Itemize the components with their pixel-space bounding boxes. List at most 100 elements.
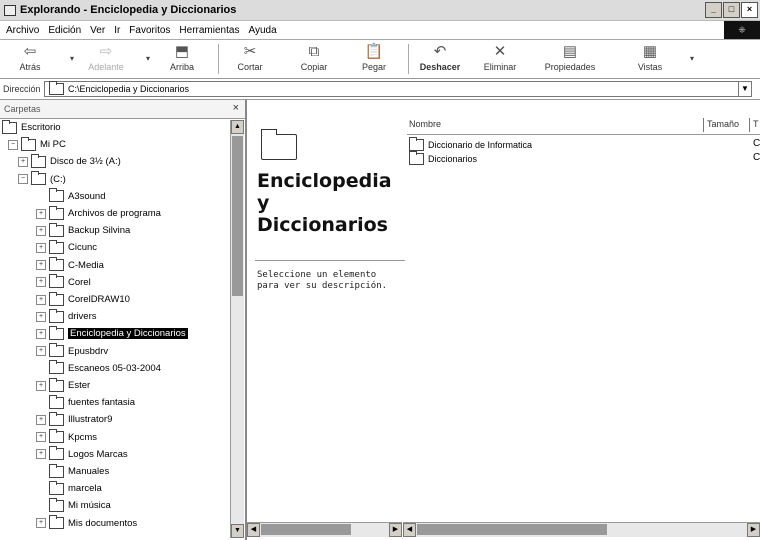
tree-item[interactable]: + Kpcms: [36, 429, 97, 445]
close-button[interactable]: ×: [741, 2, 758, 18]
menu-herramientas[interactable]: Herramientas: [179, 25, 239, 36]
tree-expander-icon[interactable]: +: [18, 156, 28, 167]
tree-item[interactable]: Mi música: [36, 497, 111, 513]
tree-item[interactable]: + Cicunc: [36, 239, 97, 255]
folder-icon: [49, 394, 64, 409]
tree-item[interactable]: + Enciclopedia y Diccionarios: [36, 325, 188, 341]
tree-item-label: A3sound: [68, 190, 106, 202]
tree-expander-icon[interactable]: −: [8, 139, 18, 150]
column-name-header[interactable]: Nombre: [409, 119, 441, 129]
tree-item[interactable]: Escritorio: [2, 119, 61, 135]
column-size-header[interactable]: Tamaño: [707, 119, 739, 129]
tree-item[interactable]: Escaneos 05-03-2004: [36, 360, 161, 376]
column-separator[interactable]: [703, 118, 704, 132]
tree-expander-icon[interactable]: +: [36, 328, 46, 339]
scroll-right-icon[interactable]: ▶: [747, 523, 760, 537]
column-type-header[interactable]: T: [753, 119, 759, 129]
tree-item[interactable]: + Ester: [36, 377, 90, 393]
paste-button[interactable]: 📋 Pegar: [350, 42, 398, 72]
properties-label: Propiedades: [544, 62, 596, 72]
tree-item[interactable]: + Illustrator9: [36, 411, 112, 427]
tree-item[interactable]: Manuales: [36, 463, 109, 479]
scroll-left-icon[interactable]: ◀: [247, 523, 260, 537]
tree-item[interactable]: + drivers: [36, 308, 97, 324]
tree-expander-icon[interactable]: +: [36, 294, 46, 305]
file-list-item[interactable]: Diccionario de Informatica: [409, 136, 532, 151]
menu-ver[interactable]: Ver: [90, 25, 105, 36]
scroll-down-icon[interactable]: ▼: [231, 524, 244, 538]
copy-button[interactable]: ⧉ Copiar: [290, 42, 338, 72]
file-list-item[interactable]: Diccionarios: [409, 150, 477, 165]
tree-item[interactable]: + Logos Marcas: [36, 446, 128, 462]
folder-icon: [49, 480, 64, 495]
properties-button[interactable]: ▤ Propiedades: [540, 42, 600, 72]
tree-item[interactable]: + Disco de 3½ (A:): [18, 153, 121, 169]
tree-expander-icon[interactable]: +: [36, 242, 46, 253]
tree-item[interactable]: + Backup Silvina: [36, 222, 130, 238]
windows-logo-icon: ⁜: [724, 21, 760, 39]
tree-item[interactable]: + Archivos de programa: [36, 205, 161, 221]
menu-archivo[interactable]: Archivo: [6, 25, 39, 36]
tree-item[interactable]: + Mis documentos: [36, 515, 137, 531]
tree-item-label: marcela: [68, 483, 102, 495]
tree-item[interactable]: A3sound: [36, 188, 106, 204]
tree-item[interactable]: marcela: [36, 480, 102, 496]
cut-button[interactable]: ✂ Cortar: [226, 42, 274, 72]
files-scroll-thumb[interactable]: [417, 524, 607, 535]
tree-item[interactable]: + CorelDRAW10: [36, 291, 130, 307]
scroll-left-icon[interactable]: ◀: [403, 523, 416, 537]
tree-expander-icon[interactable]: +: [36, 277, 46, 288]
menu-ayuda[interactable]: Ayuda: [248, 25, 276, 36]
tree-expander-icon[interactable]: +: [36, 518, 46, 529]
file-type: C: [753, 152, 760, 163]
folders-vertical-scrollbar[interactable]: ▲ ▼: [230, 120, 244, 538]
tree-item[interactable]: + C-Media: [36, 257, 104, 273]
forward-button[interactable]: ⇨ Adelante: [82, 42, 130, 72]
maximize-button[interactable]: □: [723, 2, 740, 18]
toolbar: ⇦ Atrás ▾ ⇨ Adelante ▾ ⬒ Arriba ✂ Cortar…: [0, 40, 760, 79]
scroll-right-icon[interactable]: ▶: [389, 523, 402, 537]
tree-expander-icon[interactable]: +: [36, 225, 46, 236]
tree-item[interactable]: − (C:): [18, 171, 66, 187]
views-dropdown-icon[interactable]: ▾: [690, 54, 694, 63]
scroll-up-icon[interactable]: ▲: [231, 120, 244, 134]
minimize-button[interactable]: _: [705, 2, 722, 18]
folder-icon: [49, 81, 64, 95]
menu-favoritos[interactable]: Favoritos: [129, 25, 170, 36]
menu-edicion[interactable]: Edición: [48, 25, 81, 36]
address-dropdown-icon[interactable]: ▼: [738, 82, 751, 96]
tree-expander-icon[interactable]: +: [36, 208, 46, 219]
tree-item-label: Logos Marcas: [68, 448, 128, 460]
forward-dropdown-icon[interactable]: ▾: [146, 54, 150, 63]
address-input[interactable]: C:\Enciclopedia y Diccionarios ▼: [44, 81, 752, 97]
tree-expander-icon[interactable]: +: [36, 414, 46, 425]
column-separator[interactable]: [749, 118, 750, 132]
info-horizontal-scrollbar[interactable]: ◀ ▶: [247, 522, 402, 537]
divider: [255, 260, 405, 261]
tree-item[interactable]: − Mi PC: [8, 136, 66, 152]
back-dropdown-icon[interactable]: ▾: [70, 54, 74, 63]
folders-scroll-thumb[interactable]: [232, 136, 243, 296]
delete-button[interactable]: ✕ Eliminar: [476, 42, 524, 72]
tree-item[interactable]: + Epusbdrv: [36, 343, 108, 359]
up-button[interactable]: ⬒ Arriba: [158, 42, 206, 72]
info-scroll-thumb[interactable]: [261, 524, 351, 535]
tree-expander-icon[interactable]: +: [36, 346, 46, 357]
undo-button[interactable]: ↶ Deshacer: [416, 42, 464, 72]
back-button[interactable]: ⇦ Atrás: [6, 42, 54, 72]
tree-expander-icon[interactable]: +: [36, 260, 46, 271]
tree-expander-icon[interactable]: +: [36, 449, 46, 460]
tree-expander-icon[interactable]: +: [36, 432, 46, 443]
folder-icon: [49, 257, 64, 272]
menu-ir[interactable]: Ir: [114, 25, 120, 36]
tree-item[interactable]: fuentes fantasia: [36, 394, 135, 410]
tree-expander-icon[interactable]: +: [36, 311, 46, 322]
tree-item-label: Mi PC: [40, 139, 66, 151]
files-horizontal-scrollbar[interactable]: ◀ ▶: [403, 522, 760, 537]
folders-pane-close-icon[interactable]: ×: [233, 102, 239, 114]
tree-expander-icon[interactable]: −: [18, 174, 28, 185]
tree-expander-icon[interactable]: +: [36, 380, 46, 391]
tree-item[interactable]: + Corel: [36, 274, 91, 290]
views-button[interactable]: ▦ Vistas: [626, 42, 674, 72]
folder-icon: [49, 291, 64, 306]
